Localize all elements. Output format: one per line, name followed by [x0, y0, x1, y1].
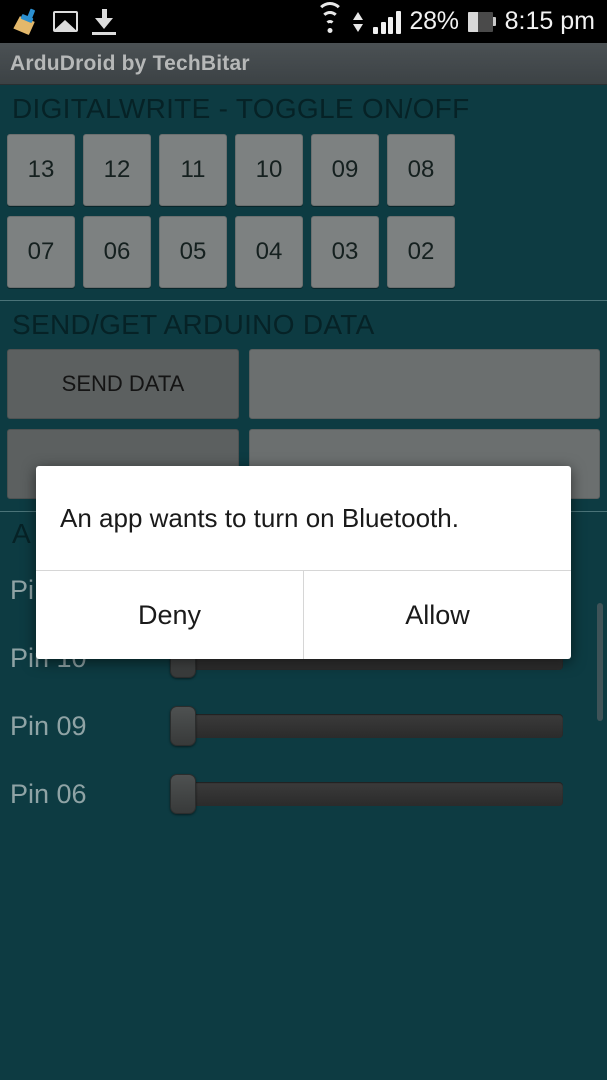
deny-button[interactable]: Deny	[36, 571, 303, 659]
bluetooth-permission-dialog: An app wants to turn on Bluetooth. Deny …	[36, 466, 571, 659]
dialog-actions: Deny Allow	[36, 571, 571, 659]
allow-label: Allow	[405, 599, 470, 630]
dialog-message: An app wants to turn on Bluetooth.	[60, 502, 459, 533]
allow-button[interactable]: Allow	[304, 571, 571, 659]
deny-label: Deny	[137, 599, 202, 630]
